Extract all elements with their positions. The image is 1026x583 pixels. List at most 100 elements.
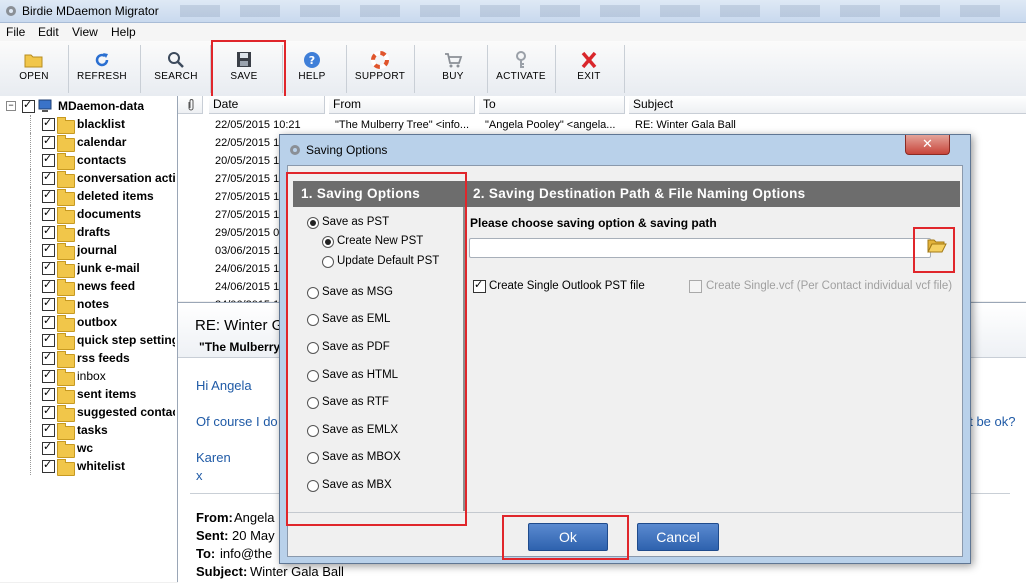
tree-item[interactable]: contacts [0,151,177,170]
tree-item-checkbox[interactable] [42,350,55,365]
subject-column-header[interactable]: Subject [629,96,1026,114]
search-label: SEARCH [154,71,198,82]
tree-item[interactable]: inbox [0,367,177,386]
tree-root-label: MDaemon-data [58,99,145,113]
refresh-button[interactable]: REFRESH [71,45,133,93]
search-button[interactable]: SEARCH [145,45,207,93]
save-path-input[interactable] [469,238,931,258]
menu-view[interactable]: View [72,25,98,39]
folder-icon [57,135,75,152]
tree-item[interactable]: rss feeds [0,349,177,368]
menu-help[interactable]: Help [111,25,136,39]
tree-item[interactable]: wc [0,439,177,458]
tree-item[interactable]: drafts [0,223,177,242]
tree-item[interactable]: tasks [0,421,177,440]
activate-button[interactable]: ACTIVATE [490,45,552,93]
tree-item-checkbox[interactable] [42,404,55,419]
tree-item-checkbox[interactable] [42,242,55,257]
tree-item[interactable]: blacklist [0,115,177,134]
key-icon [516,51,526,68]
tree-item[interactable]: junk e-mail [0,259,177,278]
tree-item[interactable]: outbox [0,313,177,332]
tree-item-checkbox[interactable] [42,260,55,275]
tree-item-checkbox[interactable] [42,386,55,401]
tree-item[interactable]: documents [0,205,177,224]
cancel-button[interactable]: Cancel [637,523,719,551]
collapse-icon[interactable]: − [6,101,16,111]
help-button[interactable]: ? HELP [281,45,343,93]
tree-item-label: news feed [77,279,136,293]
help-icon: ? [304,52,320,68]
preview-sent-label: Sent: [196,528,229,543]
folder-icon [57,243,75,260]
tree-item[interactable]: whitelist [0,457,177,476]
tree-item-checkbox[interactable] [42,278,55,293]
destination-header: 2. Saving Destination Path & File Naming… [465,181,960,207]
menu-bar: File Edit View Help [0,23,1026,41]
tree-item-label: tasks [77,423,108,437]
menu-edit[interactable]: Edit [38,25,59,39]
tree-item-checkbox[interactable] [42,368,55,383]
buy-button[interactable]: BUY [422,45,484,93]
tree-item-checkbox[interactable] [42,224,55,239]
first-row-to[interactable]: "Angela Pooley" <angela... [485,116,626,134]
single-pst-checkbox[interactable] [473,278,486,293]
single-vcf-checkbox[interactable] [689,280,702,293]
tree-item[interactable]: news feed [0,277,177,296]
tree-item-checkbox[interactable] [42,188,55,203]
single-vcf-label[interactable]: Create Single.vcf (Per Contact individua… [706,280,952,292]
tree-guide-line [30,457,32,475]
tree-item-checkbox[interactable] [42,206,55,221]
toolbar-separator [555,45,556,93]
background-window-title-ghost [180,5,1020,17]
tree-item-checkbox[interactable] [42,296,55,311]
first-row-date[interactable]: 22/05/2015 10:21 [215,116,327,134]
dialog-close-button[interactable]: ✕ [905,135,950,155]
tree-item-label: journal [77,243,118,257]
computer-icon [38,99,52,112]
toolbar-separator [140,45,141,93]
tree-item-checkbox[interactable] [42,134,55,149]
folder-icon [57,261,75,278]
tree-root[interactable]: − MDaemon-data [0,97,177,115]
toolbar-separator [624,45,625,93]
open-button[interactable]: OPEN [3,45,65,93]
date-column-header[interactable]: Date [209,96,325,114]
folder-tree[interactable]: − MDaemon-data blacklist calendar contacts… [0,96,178,582]
tree-guide-line [30,133,32,151]
tree-item-checkbox[interactable] [42,314,55,329]
attachment-column-header[interactable] [178,96,203,114]
tree-item-label: drafts [77,225,111,239]
menu-file[interactable]: File [6,25,25,39]
tree-root-checkbox[interactable] [22,98,35,113]
tree-item-label: junk e-mail [77,261,140,275]
tree-item[interactable]: suggested contac [0,403,177,422]
tree-item-checkbox[interactable] [42,422,55,437]
tree-item[interactable]: notes [0,295,177,314]
to-column-header[interactable]: To [479,96,625,114]
tree-item[interactable]: deleted items [0,187,177,206]
tree-item-checkbox[interactable] [42,440,55,455]
tree-item-checkbox[interactable] [42,170,55,185]
tree-item-checkbox[interactable] [42,152,55,167]
preview-greeting: Hi Angela [196,378,252,393]
support-label: SUPPORT [354,71,406,82]
tree-item[interactable]: calendar [0,133,177,152]
toolbar-separator [487,45,488,93]
tree-item-checkbox[interactable] [42,332,55,347]
tree-item[interactable]: quick step setting [0,331,177,350]
tree-item[interactable]: conversation acti [0,169,177,188]
tree-guide-line [30,403,32,421]
first-row-subject[interactable]: RE: Winter Gala Ball [635,116,1015,134]
single-pst-label[interactable]: Create Single Outlook PST file [489,280,645,292]
from-column-header[interactable]: From [329,96,475,114]
first-row-from[interactable]: "The Mulberry Tree" <info... [335,116,476,134]
tree-item[interactable]: sent items [0,385,177,404]
exit-button[interactable]: EXIT [558,45,620,93]
tree-item-label: conversation acti [77,171,175,185]
tree-item-label: documents [77,207,142,221]
support-button[interactable]: SUPPORT [349,45,411,93]
tree-item-checkbox[interactable] [42,116,55,131]
tree-item-checkbox[interactable] [42,458,55,473]
tree-item[interactable]: journal [0,241,177,260]
